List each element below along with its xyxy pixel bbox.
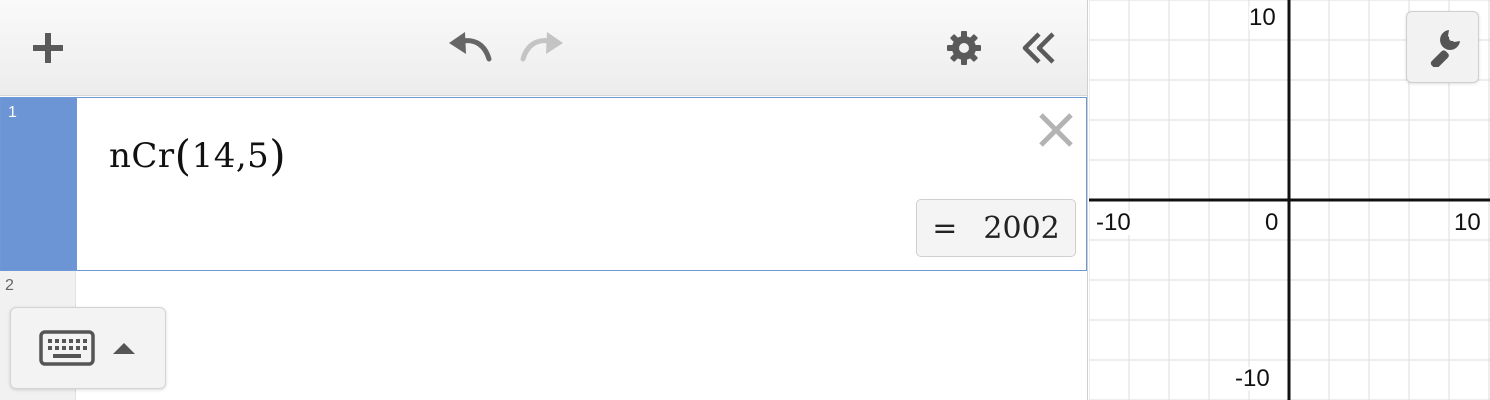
keyboard-icon	[39, 330, 95, 366]
equals-sign: =	[932, 210, 958, 246]
undo-icon	[449, 32, 492, 62]
expression-index: 2	[5, 277, 14, 294]
expression-toolbar	[0, 0, 1087, 96]
redo-button[interactable]	[518, 26, 568, 66]
x-min-tick-label: -10	[1096, 209, 1131, 236]
expression-item-1[interactable]: 1 nCr(14,5) = 2002	[0, 97, 1087, 271]
expression-index: 1	[8, 104, 17, 121]
caret-up-icon	[113, 343, 135, 354]
expression-panel: 1 nCr(14,5) = 2002 2	[0, 0, 1088, 400]
double-chevron-left-icon	[1022, 32, 1055, 64]
evaluation-result: = 2002	[916, 199, 1076, 257]
expression-input[interactable]: nCr(14,5)	[109, 128, 287, 180]
close-icon	[1039, 113, 1073, 147]
gear-icon	[947, 31, 981, 65]
function-args: 14,5	[191, 136, 270, 176]
undo-button[interactable]	[444, 26, 494, 66]
redo-icon	[520, 32, 563, 62]
open-paren: (	[174, 131, 192, 180]
settings-button[interactable]	[942, 26, 986, 70]
close-paren: )	[269, 131, 287, 180]
add-item-button[interactable]	[26, 26, 70, 70]
y-min-tick-label: -10	[1235, 365, 1270, 392]
graph-settings-button[interactable]	[1406, 11, 1479, 83]
wrench-icon	[1430, 30, 1460, 67]
result-value: 2002	[983, 210, 1060, 246]
expression-gutter[interactable]: 1	[1, 98, 77, 270]
x-max-tick-label: 10	[1454, 209, 1481, 236]
plus-icon	[33, 33, 63, 63]
y-max-tick-label: 10	[1249, 4, 1276, 31]
keypad-toggle-button[interactable]	[10, 307, 166, 389]
collapse-panel-button[interactable]	[1016, 26, 1062, 70]
delete-expression-button[interactable]	[1036, 110, 1076, 150]
origin-label: 0	[1265, 209, 1279, 236]
function-name: nCr	[109, 136, 175, 176]
